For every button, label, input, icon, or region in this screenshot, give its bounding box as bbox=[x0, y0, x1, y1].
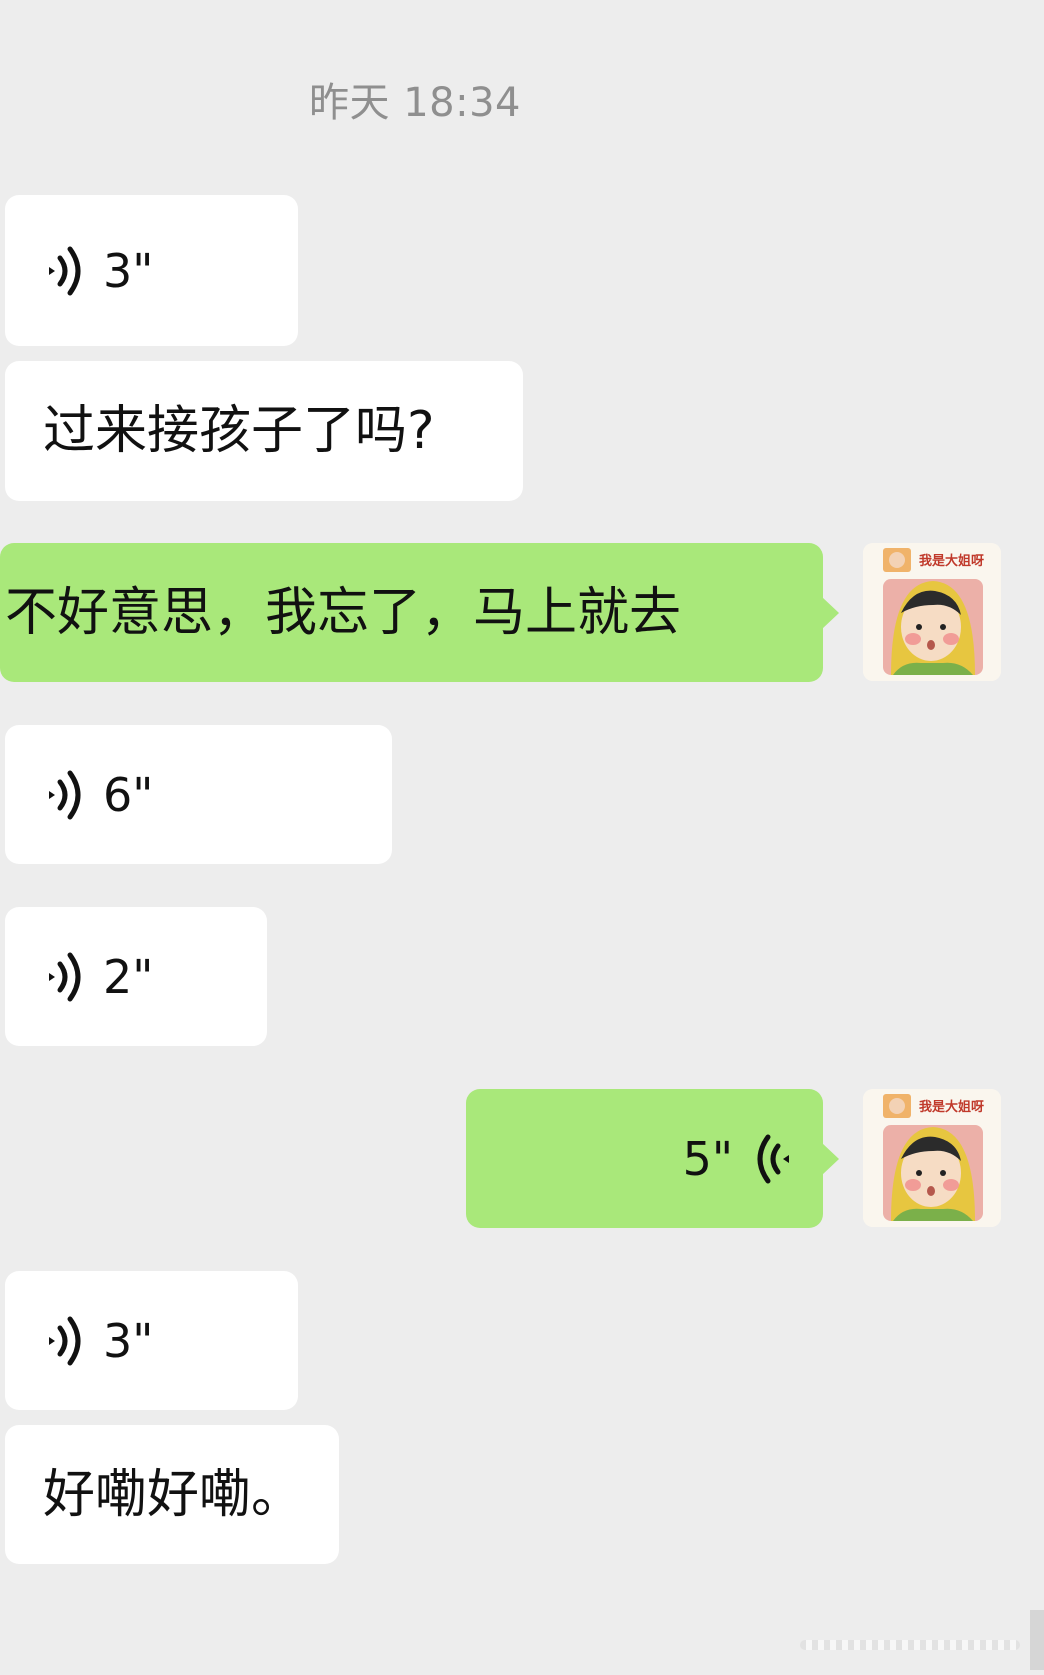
voice-wave-icon bbox=[43, 244, 87, 298]
outgoing-voice-message[interactable]: 5" bbox=[466, 1089, 839, 1228]
voice-duration: 3" bbox=[103, 1313, 154, 1368]
message-timestamp: 昨天 18:34 bbox=[309, 80, 521, 126]
sender-avatar[interactable]: 我是大姐呀 bbox=[863, 543, 1001, 681]
voice-duration: 6" bbox=[103, 767, 154, 822]
voice-wave-icon bbox=[751, 1132, 795, 1186]
voice-duration: 3" bbox=[103, 243, 154, 298]
incoming-voice-message[interactable]: 3" bbox=[5, 1271, 298, 1410]
scrollbar[interactable] bbox=[1030, 1610, 1044, 1670]
avatar-label: 我是大姐呀 bbox=[919, 553, 984, 569]
voice-wave-icon bbox=[43, 768, 87, 822]
voice-duration: 5" bbox=[682, 1131, 733, 1186]
avatar-label: 我是大姐呀 bbox=[919, 1099, 984, 1115]
incoming-voice-message[interactable]: 3" bbox=[5, 195, 298, 346]
message-text: 过来接孩子了吗? bbox=[43, 401, 435, 461]
sender-avatar[interactable]: 我是大姐呀 bbox=[863, 1089, 1001, 1227]
voice-wave-icon bbox=[43, 950, 87, 1004]
voice-wave-icon bbox=[43, 1314, 87, 1368]
voice-duration: 2" bbox=[103, 949, 154, 1004]
home-indicator bbox=[800, 1640, 1020, 1650]
message-text: 不好意思，我忘了，马上就去 bbox=[5, 582, 682, 643]
incoming-text-message[interactable]: 过来接孩子了吗? bbox=[5, 361, 523, 501]
message-text: 好嘞好嘞。 bbox=[43, 1464, 304, 1525]
incoming-voice-message[interactable]: 2" bbox=[5, 907, 267, 1046]
incoming-voice-message[interactable]: 6" bbox=[5, 725, 392, 864]
outgoing-text-message[interactable]: 不好意思，我忘了，马上就去 bbox=[0, 543, 839, 682]
incoming-text-message[interactable]: 好嘞好嘞。 bbox=[5, 1425, 339, 1564]
